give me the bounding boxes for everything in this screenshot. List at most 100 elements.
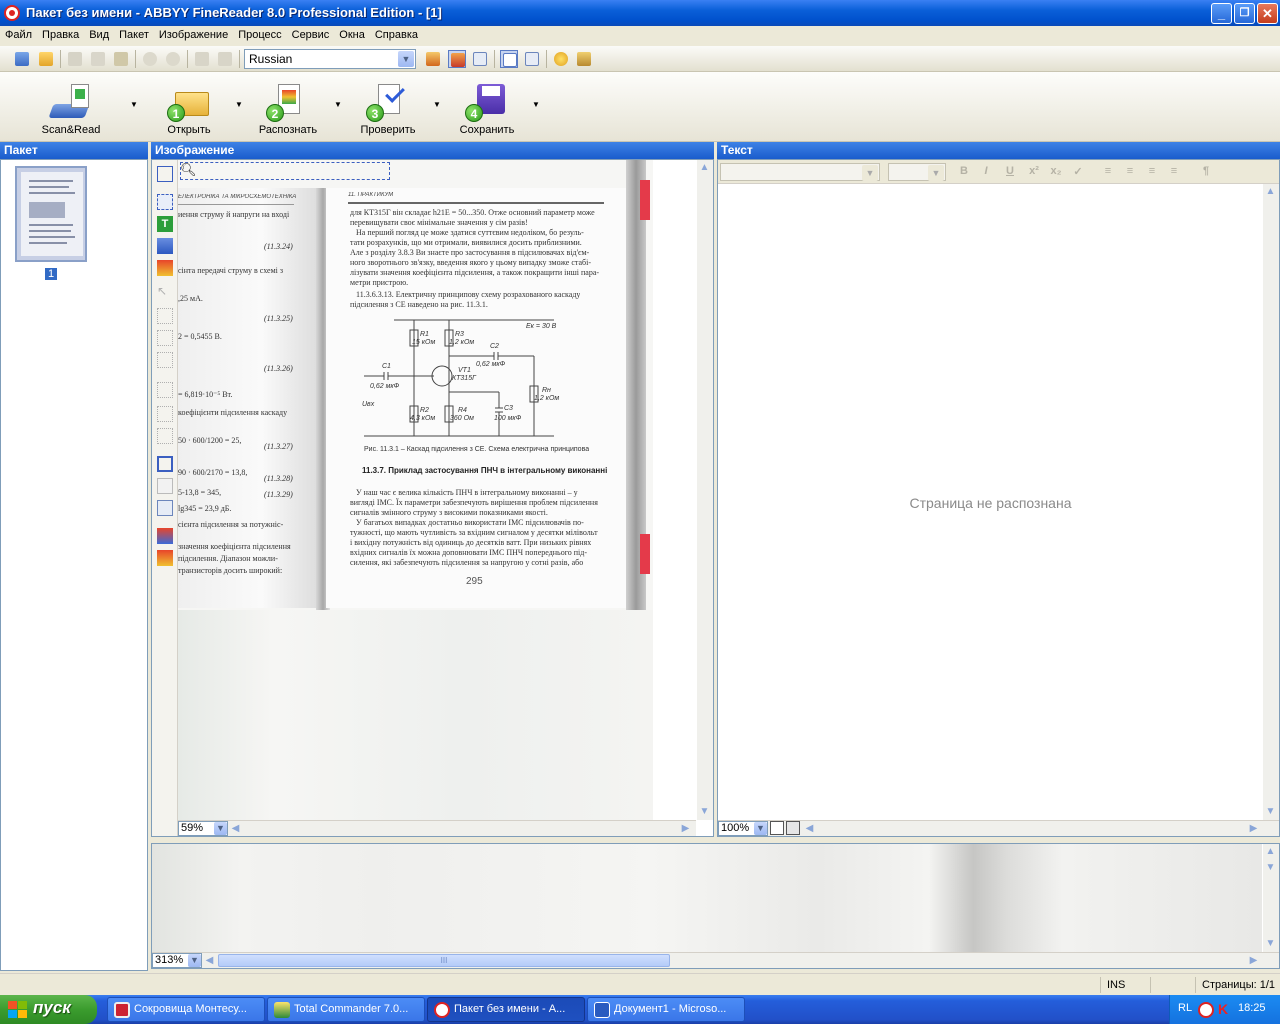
image-text-view-icon[interactable]: [448, 50, 466, 68]
page-layout-icon[interactable]: [770, 821, 784, 835]
scroll-right-icon[interactable]: ▶: [1246, 953, 1261, 968]
plain-text-layout-icon[interactable]: [786, 821, 800, 835]
page-props-icon[interactable]: [157, 500, 173, 516]
menu-tools[interactable]: Сервис: [287, 26, 335, 46]
scroll-up-icon[interactable]: ▲: [1263, 184, 1278, 199]
cut-icon[interactable]: [66, 50, 84, 68]
redo-icon[interactable]: [164, 50, 182, 68]
cut-area-icon[interactable]: [157, 330, 173, 346]
menu-view[interactable]: Вид: [84, 26, 114, 46]
scroll-down-icon[interactable]: ▼: [1263, 804, 1278, 819]
align-right-icon[interactable]: ≡: [1144, 165, 1160, 179]
text-vertical-scrollbar[interactable]: ▲ ▼: [1263, 184, 1279, 820]
align-left-icon[interactable]: ≡: [1100, 165, 1116, 179]
open-dropdown[interactable]: ▼: [235, 100, 243, 109]
order-areas-icon[interactable]: [157, 382, 173, 398]
image-zoom-select[interactable]: 59% ▼: [178, 821, 228, 836]
zoom-vertical-scrollbar[interactable]: ▲ ▼ ▼: [1263, 844, 1279, 952]
new-batch-icon[interactable]: [13, 50, 31, 68]
save-button[interactable]: 4 Сохранить: [442, 78, 532, 138]
image-edit-icon[interactable]: [157, 550, 173, 566]
menu-windows[interactable]: Окна: [334, 26, 370, 46]
text-view-icon[interactable]: [471, 50, 489, 68]
next-page-icon[interactable]: [216, 50, 234, 68]
eraser-icon[interactable]: [157, 478, 173, 494]
previous-page-icon[interactable]: [193, 50, 211, 68]
chevron-down-icon[interactable]: ▼: [398, 51, 414, 67]
scroll-up-icon[interactable]: ▲: [1263, 844, 1278, 859]
bold-icon[interactable]: B: [956, 165, 972, 179]
page-number-label[interactable]: 1: [45, 268, 58, 280]
scroll-left-icon[interactable]: ◀: [202, 953, 217, 968]
recognition-language-select[interactable]: Russian ▼: [244, 49, 416, 69]
italic-icon[interactable]: I: [978, 165, 994, 179]
menu-process[interactable]: Процесс: [233, 26, 286, 46]
chevron-down-icon[interactable]: ▼: [188, 954, 201, 967]
menu-batch[interactable]: Пакет: [114, 26, 154, 46]
selection-rectangle[interactable]: [180, 162, 390, 180]
scroll-left-icon[interactable]: ◀: [802, 821, 817, 836]
pointer-icon[interactable]: ↖: [157, 284, 173, 300]
chevron-down-icon[interactable]: ▼: [754, 822, 767, 835]
chevron-down-icon[interactable]: ▼: [862, 165, 878, 181]
delete-area-icon[interactable]: [157, 352, 173, 368]
taskbar-item[interactable]: Total Commander 7.0...: [267, 997, 425, 1022]
copy-icon[interactable]: [89, 50, 107, 68]
zoom-scroll-thumb[interactable]: III: [218, 954, 670, 967]
table-separator-icon[interactable]: [157, 406, 173, 422]
paste-icon[interactable]: [112, 50, 130, 68]
help-book-icon[interactable]: [575, 50, 593, 68]
subscript-icon[interactable]: x₂: [1048, 165, 1064, 179]
scroll-down-icon[interactable]: ▼: [697, 804, 712, 819]
menu-help[interactable]: Справка: [370, 26, 423, 46]
taskbar-item-active[interactable]: Пакет без имени - A...: [427, 997, 585, 1022]
save-dropdown[interactable]: ▼: [532, 100, 540, 109]
minimize-button[interactable]: _: [1211, 3, 1232, 24]
close-button[interactable]: ✕: [1257, 3, 1278, 24]
select-area-icon[interactable]: [157, 166, 173, 182]
zoomed-image-view[interactable]: [152, 844, 1262, 952]
page-thumbnail[interactable]: [15, 166, 87, 262]
undo-icon[interactable]: [141, 50, 159, 68]
maximize-button[interactable]: ❐: [1234, 3, 1255, 24]
picture-area-icon[interactable]: [157, 260, 173, 276]
font-size-select[interactable]: ▼: [888, 163, 946, 181]
zoom-window-zoom-select[interactable]: 313% ▼: [152, 953, 202, 968]
menu-edit[interactable]: Правка: [37, 26, 84, 46]
scan-read-button[interactable]: Scan&Read: [26, 78, 116, 138]
recognize-dropdown[interactable]: ▼: [334, 100, 342, 109]
abbyy-tray-icon[interactable]: [1198, 1002, 1214, 1018]
two-panes-icon[interactable]: [500, 50, 518, 68]
abbyy-app-icon[interactable]: [4, 5, 20, 21]
area-rect-icon[interactable]: [157, 194, 173, 210]
options-gear-icon[interactable]: [552, 50, 570, 68]
scroll-left-icon[interactable]: ◀: [228, 821, 243, 836]
taskbar-item[interactable]: Документ1 - Microso...: [587, 997, 745, 1022]
justify-icon[interactable]: ≡: [1166, 165, 1182, 179]
check-dropdown[interactable]: ▼: [433, 100, 441, 109]
scroll-down-icon[interactable]: ▼: [1263, 936, 1278, 951]
title-bar[interactable]: Пакет без имени - ABBYY FineReader 8.0 P…: [0, 0, 1280, 26]
crop-icon[interactable]: [157, 456, 173, 472]
table-icon[interactable]: [523, 50, 541, 68]
scroll-down-icon[interactable]: ▼: [1263, 860, 1278, 875]
table-area-icon[interactable]: [157, 238, 173, 254]
scroll-right-icon[interactable]: ▶: [678, 821, 693, 836]
style-select[interactable]: ▼: [720, 163, 880, 181]
text-area-icon[interactable]: T: [157, 216, 173, 232]
keyboard-language-indicator[interactable]: RL: [1178, 1002, 1192, 1014]
scanned-page-image[interactable]: ЕЛЕКТРОНІКА ТА МІКРОСХЕМОТЕХНІКА иення с…: [178, 160, 653, 820]
table-grid-icon[interactable]: [157, 428, 173, 444]
add-area-icon[interactable]: [157, 308, 173, 324]
scan-read-dropdown[interactable]: ▼: [130, 100, 138, 109]
chevron-down-icon[interactable]: ▼: [928, 165, 944, 181]
check-button[interactable]: 3 Проверить: [343, 78, 433, 138]
scroll-right-icon[interactable]: ▶: [1246, 821, 1261, 836]
text-zoom-select[interactable]: 100% ▼: [718, 821, 768, 836]
recognize-button[interactable]: 2 Распознать: [243, 78, 333, 138]
start-button[interactable]: пуск: [0, 995, 97, 1024]
pilcrow-icon[interactable]: ¶: [1198, 165, 1214, 179]
open-batch-icon[interactable]: [37, 50, 55, 68]
underline-icon[interactable]: U: [1002, 165, 1018, 179]
open-button[interactable]: 1 Открыть: [144, 78, 234, 138]
